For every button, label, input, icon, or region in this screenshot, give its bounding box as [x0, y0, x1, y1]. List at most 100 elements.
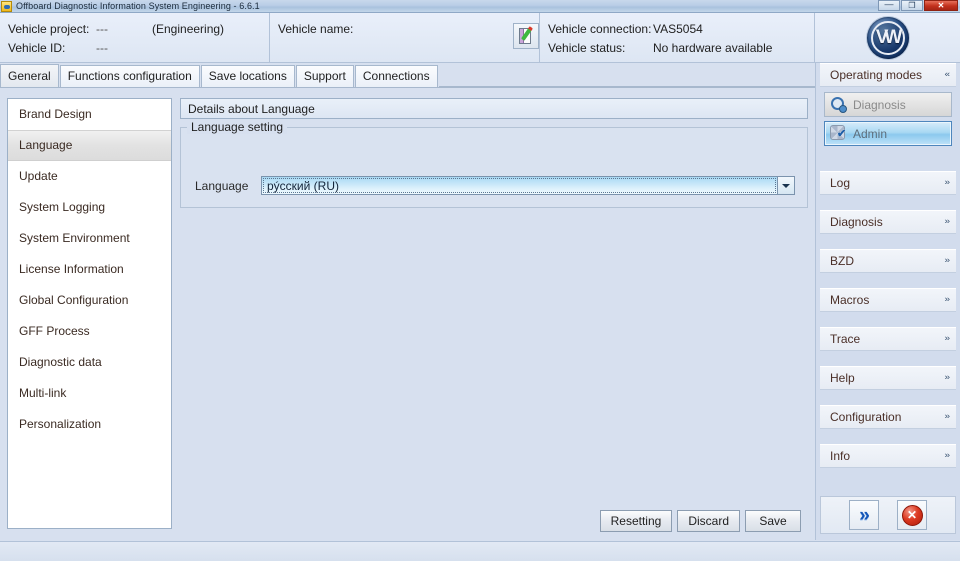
bzd-section-label: BZD [830, 254, 854, 268]
panel-gap [816, 429, 960, 444]
close-icon: ✕ [937, 0, 945, 10]
brand-logo-cell: VW [815, 13, 960, 63]
cancel-button[interactable]: ✕ [897, 500, 927, 530]
title-bar: Offboard Diagnostic Information System E… [0, 0, 960, 13]
settings-category-list[interactable]: Brand Design Language Update System Logg… [7, 98, 172, 529]
sidebar-item-label: Language [19, 138, 73, 152]
maximize-button[interactable]: ❐ [901, 0, 923, 11]
chevron-down-icon: » [944, 178, 950, 187]
tab-connections[interactable]: Connections [354, 65, 438, 87]
sidebar-item-multi-link[interactable]: Multi-link [8, 378, 171, 409]
vehicle-status-label: Vehicle status: [548, 40, 626, 55]
operating-modes-body: Diagnosis Admin [820, 87, 956, 156]
vehicle-project-mode: (Engineering) [152, 21, 225, 36]
chevron-down-icon [782, 183, 790, 188]
sidebar-item-update[interactable]: Update [8, 161, 171, 192]
diagnosis-section-header[interactable]: Diagnosis » [820, 210, 956, 234]
forward-button[interactable]: » [849, 500, 879, 530]
sidebar-item-brand-design[interactable]: Brand Design [8, 99, 171, 130]
sidebar-item-label: Brand Design [19, 107, 92, 121]
sidebar-item-language[interactable]: Language [8, 130, 171, 161]
chevron-down-icon: » [944, 256, 950, 265]
language-select-value: рýсский (RU) [263, 178, 776, 193]
panel-gap [816, 195, 960, 210]
sidebar-item-system-environment[interactable]: System Environment [8, 223, 171, 254]
minimize-icon: — [884, 0, 894, 9]
chevron-down-icon: » [944, 451, 950, 460]
sidebar-item-global-configuration[interactable]: Global Configuration [8, 285, 171, 316]
save-button[interactable]: Save [745, 510, 801, 532]
configuration-section-label: Configuration [830, 410, 902, 424]
sidebar-item-system-logging[interactable]: System Logging [8, 192, 171, 223]
general-tab-content: Brand Design Language Update System Logg… [0, 87, 815, 540]
tab-save-locations[interactable]: Save locations [200, 65, 295, 87]
vehicle-status-value: No hardware available [653, 40, 773, 55]
sidebar-item-diagnostic-data[interactable]: Diagnostic data [8, 347, 171, 378]
window-title: Offboard Diagnostic Information System E… [16, 1, 260, 11]
diagnosis-section-label: Diagnosis [830, 215, 883, 229]
language-select-arrow[interactable] [777, 177, 794, 194]
tab-general[interactable]: General [0, 64, 59, 87]
log-section-header[interactable]: Log » [820, 171, 956, 195]
help-section-label: Help [830, 371, 855, 385]
vehicle-id-label: Vehicle ID: [8, 40, 66, 55]
right-navigation-panel: Operating modes « Diagnosis Admin Log » [815, 63, 960, 540]
info-section-header[interactable]: Info » [820, 444, 956, 468]
bzd-section: BZD » [820, 249, 956, 273]
application-window: Offboard Diagnostic Information System E… [0, 0, 960, 561]
info-section-label: Info [830, 449, 851, 463]
operating-modes-header[interactable]: Operating modes « [820, 63, 956, 87]
trace-section: Trace » [820, 327, 956, 351]
sidebar-item-label: Multi-link [19, 386, 67, 400]
macros-section: Macros » [820, 288, 956, 312]
sidebar-item-gff-process[interactable]: GFF Process [8, 316, 171, 347]
sidebar-item-personalization[interactable]: Personalization [8, 409, 171, 440]
discard-button[interactable]: Discard [677, 510, 740, 532]
resetting-button[interactable]: Resetting [599, 510, 673, 532]
discard-button-label: Discard [688, 514, 729, 528]
tab-functions-configuration[interactable]: Functions configuration [59, 65, 200, 87]
mode-button-diagnosis[interactable]: Diagnosis [824, 92, 952, 117]
sidebar-item-label: GFF Process [19, 324, 90, 338]
close-button[interactable]: ✕ [924, 0, 958, 11]
bzd-section-header[interactable]: BZD » [820, 249, 956, 273]
mode-button-admin[interactable]: Admin [824, 121, 952, 146]
panel-gap [816, 156, 960, 171]
stethoscope-icon [830, 96, 847, 113]
sidebar-item-label: Personalization [19, 417, 102, 431]
trace-section-header[interactable]: Trace » [820, 327, 956, 351]
language-field-row: Language рýсский (RU) [181, 176, 807, 195]
vehicle-connection-label: Vehicle connection: [548, 21, 652, 36]
sidebar-item-label: System Environment [19, 231, 130, 245]
tab-connections-label: Connections [362, 69, 430, 83]
macros-section-label: Macros [830, 293, 870, 307]
configuration-section-header[interactable]: Configuration » [820, 405, 956, 429]
language-select[interactable]: рýсский (RU) [261, 176, 795, 195]
panel-gap [816, 351, 960, 366]
diagnosis-section: Diagnosis » [820, 210, 956, 234]
sidebar-item-label: Diagnostic data [19, 355, 102, 369]
vehicle-name-cell: Vehicle name: [270, 13, 540, 63]
details-panel: Details about Language Language setting … [180, 98, 808, 529]
help-section-header[interactable]: Help » [820, 366, 956, 390]
sidebar-item-license-information[interactable]: License Information [8, 254, 171, 285]
language-setting-legend: Language setting [187, 120, 288, 134]
chevron-down-icon: » [944, 334, 950, 343]
form-action-buttons: Resetting Discard Save [599, 510, 801, 532]
edit-vehicle-button[interactable] [513, 23, 539, 49]
minimize-button[interactable]: — [878, 0, 900, 11]
macros-section-header[interactable]: Macros » [820, 288, 956, 312]
window-controls: — ❐ ✕ [878, 0, 958, 11]
vehicle-id-value: --- [96, 40, 108, 55]
main-tab-bar: General Functions configuration Save loc… [0, 64, 815, 87]
panel-gap [816, 234, 960, 249]
vw-logo-icon: VW [866, 16, 909, 59]
panel-footer-buttons: » ✕ [820, 496, 956, 534]
tab-support[interactable]: Support [295, 65, 354, 87]
vehicle-name-row: Vehicle name: [278, 19, 501, 38]
status-bar [0, 541, 960, 561]
operating-modes-label: Operating modes [830, 68, 923, 82]
vehicle-project-label: Vehicle project: [8, 21, 90, 36]
cancel-circle-icon: ✕ [901, 504, 923, 526]
language-setting-group: Language setting Language рýсский (RU) [180, 120, 808, 208]
